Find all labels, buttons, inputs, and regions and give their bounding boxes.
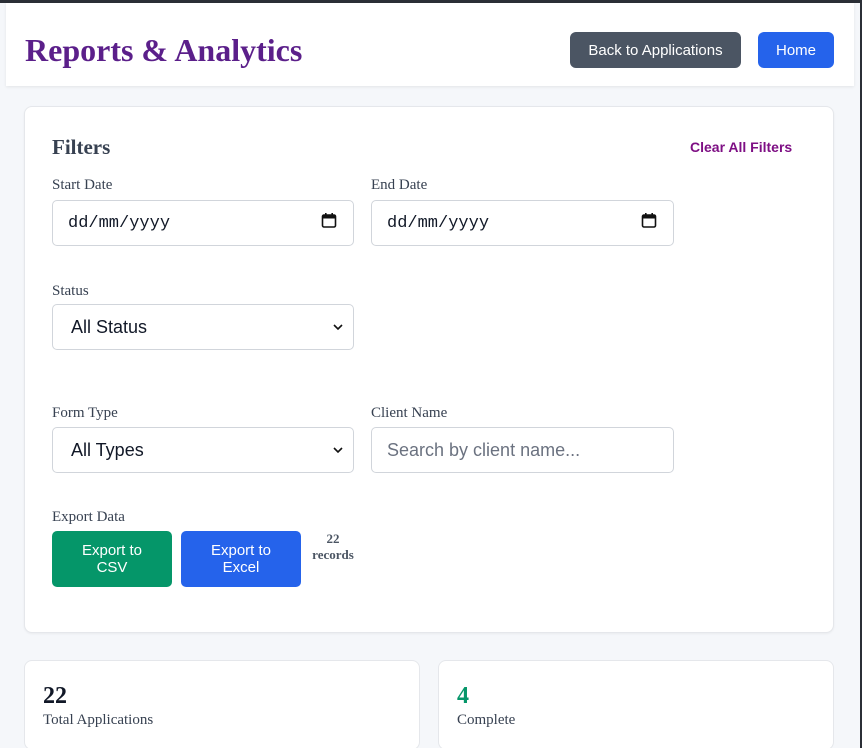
status-select[interactable]: All Status — [52, 304, 354, 350]
stat-label: Total Applications — [43, 712, 154, 728]
end-date-input[interactable]: dd/mm/yyyy — [371, 200, 674, 246]
client-name-input[interactable]: Search by client name... — [371, 427, 674, 473]
clear-all-filters-link[interactable]: Clear All Filters — [690, 139, 792, 155]
client-name-placeholder: Search by client name... — [387, 439, 581, 460]
status-select-value: All Status — [71, 316, 148, 337]
records-count: 22 records — [308, 531, 358, 563]
start-date-value: dd/mm/yyyy — [68, 213, 171, 233]
page-title: Reports & Analytics — [25, 32, 303, 68]
stat-value: 4 — [457, 683, 469, 709]
chevron-down-icon — [333, 318, 343, 336]
end-date-value: dd/mm/yyyy — [387, 213, 490, 233]
export-csv-button[interactable]: Export to CSV — [52, 531, 172, 587]
form-type-select-value: All Types — [71, 439, 144, 460]
form-type-label: Form Type — [52, 405, 118, 421]
records-count-number: 22 — [326, 531, 340, 546]
export-excel-button[interactable]: Export to Excel — [181, 531, 301, 587]
end-date-label: End Date — [371, 177, 428, 193]
filters-title: Filters — [52, 135, 111, 159]
home-button[interactable]: Home — [758, 32, 834, 68]
start-date-label: Start Date — [52, 177, 113, 193]
records-count-label: records — [312, 547, 354, 562]
chevron-down-icon — [333, 441, 343, 459]
start-date-input[interactable]: dd/mm/yyyy — [52, 200, 354, 246]
export-data-label: Export Data — [52, 509, 125, 525]
stat-label: Complete — [457, 712, 516, 728]
form-type-select[interactable]: All Types — [52, 427, 354, 473]
client-name-label: Client Name — [371, 405, 448, 421]
filters-card: Filters Clear All Filters Start Date dd/… — [24, 106, 834, 633]
back-to-applications-button[interactable]: Back to Applications — [570, 32, 741, 68]
status-label: Status — [52, 283, 89, 299]
calendar-icon[interactable] — [641, 213, 657, 234]
stat-card-complete: 4 Complete — [438, 660, 834, 748]
stat-value: 22 — [43, 683, 67, 709]
stat-card-total-applications: 22 Total Applications — [24, 660, 420, 748]
calendar-icon[interactable] — [321, 213, 337, 234]
page-header: Reports & Analytics Back to Applications… — [6, 3, 854, 86]
